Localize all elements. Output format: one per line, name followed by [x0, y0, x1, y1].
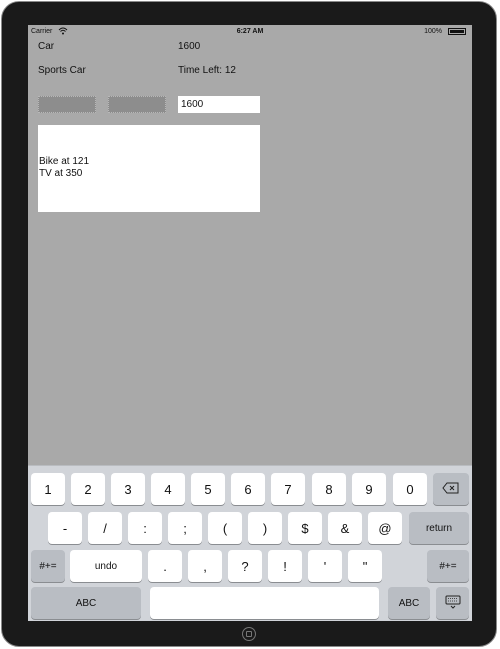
item-category-label: Sports Car [38, 65, 86, 76]
battery-icon [448, 28, 466, 35]
space-bar[interactable] [150, 587, 379, 619]
log-line: TV at 350 [39, 168, 83, 179]
key-colon[interactable]: : [128, 512, 162, 544]
key-6[interactable]: 6 [231, 473, 265, 505]
key-exclamation[interactable]: ! [268, 550, 302, 582]
hide-keyboard-key[interactable] [436, 587, 469, 619]
symbols-shift-key-right[interactable]: #+= [427, 550, 469, 582]
keyboard-hide-icon [445, 595, 461, 612]
key-slash[interactable]: / [88, 512, 122, 544]
key-semicolon[interactable]: ; [168, 512, 202, 544]
key-dollar[interactable]: $ [288, 512, 322, 544]
key-4[interactable]: 4 [151, 473, 185, 505]
key-hyphen[interactable]: - [48, 512, 82, 544]
bid-input[interactable] [178, 96, 260, 113]
key-question[interactable]: ? [228, 550, 262, 582]
key-apostrophe[interactable]: ' [308, 550, 342, 582]
abc-key-left[interactable]: ABC [31, 587, 141, 619]
key-1[interactable]: 1 [31, 473, 65, 505]
status-bar: Carrier 6:27 AM 100% [28, 25, 472, 39]
abc-key-right[interactable]: ABC [388, 587, 430, 619]
symbols-shift-key-left[interactable]: #+= [31, 550, 65, 582]
home-button-icon[interactable] [242, 627, 256, 641]
undo-key[interactable]: undo [70, 550, 142, 582]
key-comma[interactable]: , [188, 550, 222, 582]
key-open-paren[interactable]: ( [208, 512, 242, 544]
item-value-label: 1600 [178, 41, 201, 52]
return-key[interactable]: return [409, 512, 469, 544]
backspace-icon [442, 482, 460, 497]
delete-key[interactable] [433, 473, 469, 505]
on-screen-keyboard: 1 2 3 4 5 6 7 8 9 0 - / : ; ( ) $ & @ re… [28, 465, 472, 621]
key-quote[interactable]: " [348, 550, 382, 582]
time-left-label: Time Left: 12 [178, 65, 236, 76]
action-button-2[interactable] [108, 96, 166, 113]
status-time: 6:27 AM [236, 28, 264, 35]
log-line: Bike at 121 [39, 156, 90, 167]
key-period[interactable]: . [148, 550, 182, 582]
key-5[interactable]: 5 [191, 473, 225, 505]
key-3[interactable]: 3 [111, 473, 145, 505]
screen: Carrier 6:27 AM 100% Car 1600 Sports Car… [28, 25, 472, 621]
key-7[interactable]: 7 [271, 473, 305, 505]
key-0[interactable]: 0 [393, 473, 427, 505]
item-name-label: Car [38, 41, 55, 52]
key-9[interactable]: 9 [352, 473, 386, 505]
key-8[interactable]: 8 [312, 473, 346, 505]
bid-log-text-view[interactable]: Bike at 121 TV at 350 [38, 125, 260, 212]
key-ampersand[interactable]: & [328, 512, 362, 544]
action-button-1[interactable] [38, 96, 96, 113]
key-2[interactable]: 2 [71, 473, 105, 505]
key-at[interactable]: @ [368, 512, 402, 544]
key-close-paren[interactable]: ) [248, 512, 282, 544]
battery-percent: 100% [424, 28, 442, 35]
